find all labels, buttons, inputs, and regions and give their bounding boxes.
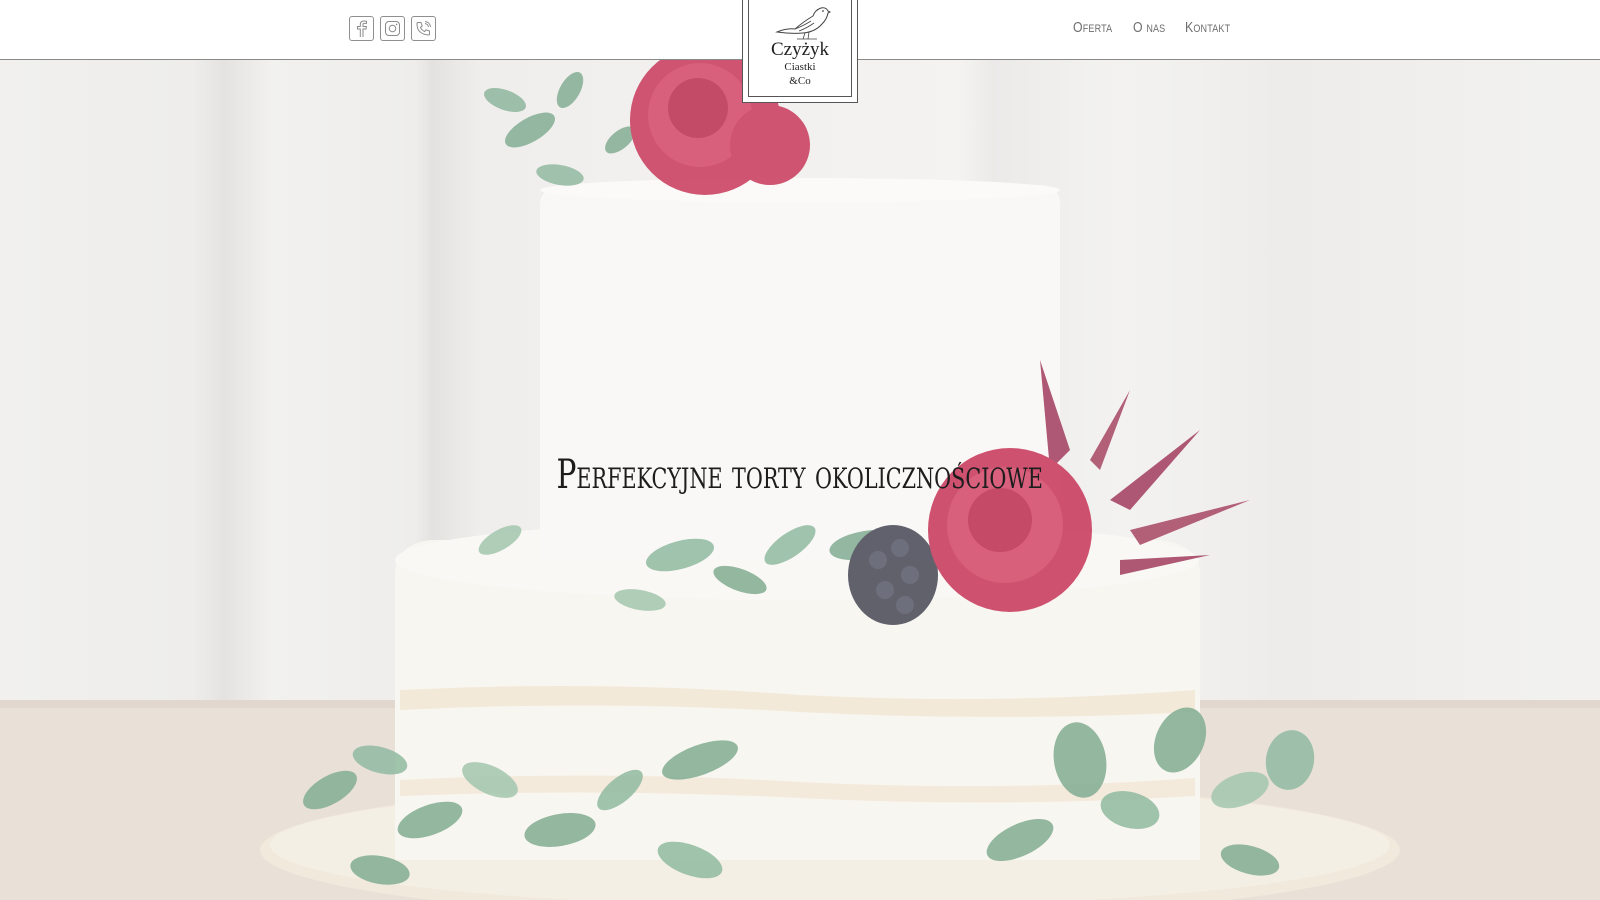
- social-links: [349, 16, 436, 41]
- facebook-icon: [353, 19, 370, 38]
- nav-item-o-nas[interactable]: O nas: [1133, 19, 1165, 36]
- hero-overlay: [0, 0, 1600, 900]
- hero-headline: Perfekcyjne torty okolicznościowe: [0, 452, 1600, 498]
- nav-item-kontakt[interactable]: Kontakt: [1185, 19, 1230, 36]
- phone-link[interactable]: [411, 16, 436, 41]
- instagram-icon: [384, 20, 401, 37]
- logo-name: Czyżyk: [770, 39, 830, 60]
- main-nav: Oferta O nas Kontakt: [1073, 19, 1240, 36]
- phone-icon: [415, 20, 432, 37]
- bird-icon: [775, 7, 831, 40]
- site-logo[interactable]: Czyżyk Ciastki &Co: [742, 0, 858, 103]
- logo-subtitle: Ciastki: [784, 61, 816, 73]
- hero-background: [0, 0, 1600, 900]
- nav-item-oferta[interactable]: Oferta: [1073, 19, 1112, 36]
- logo-subtitle-2: &Co: [789, 75, 811, 87]
- facebook-link[interactable]: [349, 16, 374, 41]
- logo-frame: Czyżyk Ciastki &Co: [748, 0, 852, 97]
- instagram-link[interactable]: [380, 16, 405, 41]
- hero-headline-text: Perfekcyjne torty okolicznościowe: [556, 452, 1044, 498]
